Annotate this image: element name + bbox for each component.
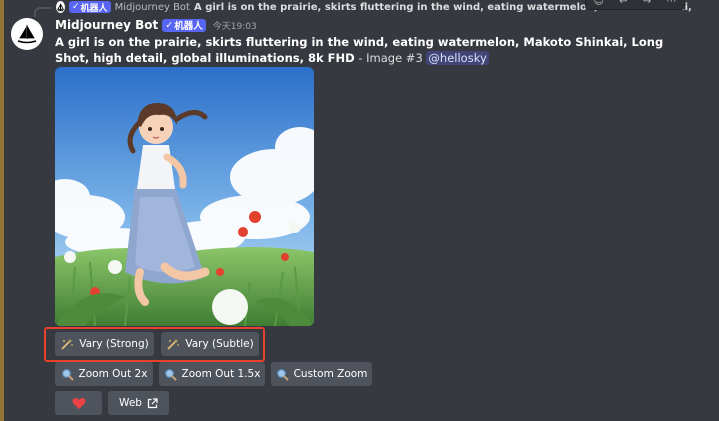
vary-subtle-button[interactable]: Vary (Subtle) [161, 332, 259, 356]
zoom-out-1-5x-button[interactable]: Zoom Out 1.5x [159, 362, 265, 386]
zoom-out-1-5x-label: Zoom Out 1.5x [181, 368, 261, 380]
message-highlight-bar [0, 0, 4, 421]
forward-icon[interactable]: ↪ [643, 0, 651, 7]
zoom-out-2x-button[interactable]: Zoom Out 2x [55, 362, 153, 386]
author-name[interactable]: Midjourney Bot [55, 18, 158, 32]
reply-avatar [56, 1, 65, 13]
anime-girl-image [55, 67, 314, 326]
reply-bot-tag: ✓ 机器人 [69, 1, 111, 14]
reply-icon[interactable]: ↩ [619, 0, 627, 7]
generated-image[interactable] [55, 67, 314, 326]
message-header: Midjourney Bot ✓ 机器人 今天19:03 [55, 17, 257, 33]
add-reaction-icon[interactable]: ☺ [594, 0, 604, 7]
reply-bot-tag-label: 机器人 [80, 3, 108, 14]
user-mention[interactable]: @hellosky [426, 51, 489, 65]
magnifier-icon [61, 368, 74, 381]
external-link-icon [147, 397, 158, 409]
magnifier-icon [164, 368, 177, 381]
message-action-toolbar: ☺ ↩ ↪ ⋯ [585, 0, 685, 10]
heart-icon [72, 397, 86, 410]
custom-zoom-button[interactable]: Custom Zoom [271, 362, 372, 386]
favorite-button[interactable] [55, 391, 102, 415]
bot-tag-label: 机器人 [174, 21, 203, 32]
vary-subtle-label: Vary (Subtle) [185, 338, 254, 350]
sailboat-icon [17, 24, 37, 44]
reply-author[interactable]: Midjourney Bot [115, 2, 190, 13]
web-link-button[interactable]: Web [108, 391, 169, 415]
reply-spine [34, 7, 52, 17]
avatar[interactable] [11, 18, 43, 50]
vary-strong-label: Vary (Strong) [79, 338, 149, 350]
web-label: Web [119, 397, 142, 409]
zoom-out-2x-label: Zoom Out 2x [78, 368, 148, 380]
vary-strong-button[interactable]: Vary (Strong) [55, 332, 154, 356]
image-index: - Image #3 [354, 51, 427, 65]
custom-zoom-label: Custom Zoom [293, 368, 368, 380]
magic-wand-icon [166, 338, 180, 350]
magnifier-icon [276, 368, 289, 381]
bot-tag: ✓ 机器人 [162, 18, 206, 32]
message-content: A girl is on the prairie, skirts flutter… [55, 34, 695, 66]
more-icon[interactable]: ⋯ [666, 0, 676, 7]
timestamp: 今天19:03 [212, 21, 257, 32]
magic-wand-icon [60, 338, 74, 350]
